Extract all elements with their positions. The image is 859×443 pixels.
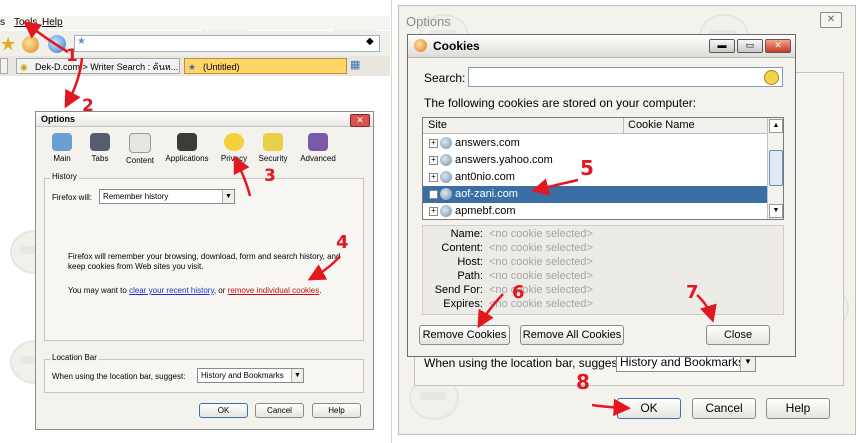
arrow-step-1 — [23, 20, 69, 54]
step-label-1: 1 — [66, 46, 78, 66]
step-label-3: 3 — [264, 166, 276, 186]
step-label-8: 8 — [576, 370, 590, 394]
step-label-7: 7 — [686, 282, 699, 303]
step-label-4: 4 — [336, 232, 349, 253]
step-label-6: 6 — [512, 282, 525, 303]
arrow-step-6 — [477, 293, 504, 329]
arrow-step-7 — [696, 294, 717, 323]
annotation-arrows — [23, 20, 717, 417]
arrow-step-4 — [307, 255, 341, 281]
step-label-5: 5 — [580, 156, 594, 180]
arrow-step-8 — [591, 398, 631, 417]
step-label-2: 2 — [82, 96, 94, 116]
arrow-step-5 — [531, 178, 579, 196]
arrow-step-3 — [233, 155, 252, 197]
